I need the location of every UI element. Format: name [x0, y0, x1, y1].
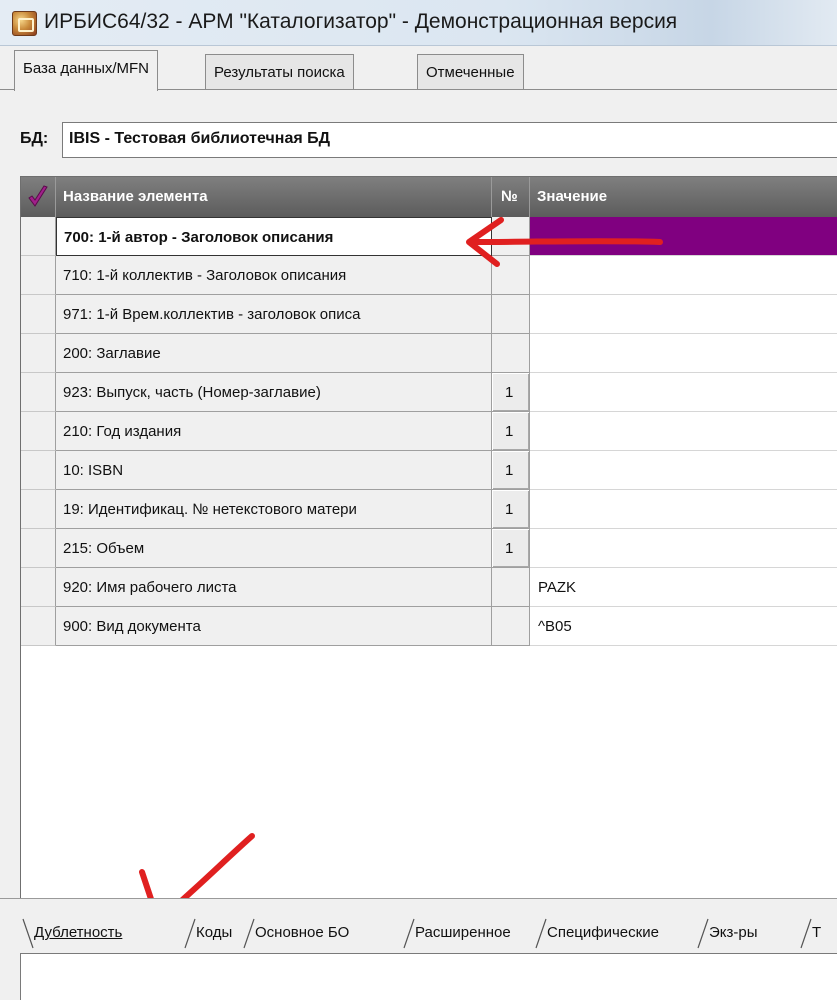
table-row[interactable]: 920: Имя рабочего листа PAZK	[21, 568, 837, 607]
field-name-cell[interactable]: 19: Идентификац. № нетекстового матери	[56, 490, 492, 529]
window-title: ИРБИС64/32 - АРМ "Каталогизатор" - Демон…	[44, 10, 678, 33]
top-tab-bar: База данных/MFN Результаты поиска Отмече…	[0, 46, 837, 91]
table-row[interactable]: 19: Идентификац. № нетекстового матери 1	[21, 490, 837, 529]
field-value-cell[interactable]	[530, 373, 837, 412]
repeat-number-cell	[492, 568, 530, 607]
table-row[interactable]: 210: Год издания 1	[21, 412, 837, 451]
tab-marked[interactable]: Отмеченные	[417, 54, 524, 90]
row-indicator	[21, 295, 56, 334]
row-indicator	[21, 607, 56, 646]
row-indicator	[21, 451, 56, 490]
tab-copies[interactable]: Экз-ры	[709, 917, 758, 950]
row-indicator	[21, 256, 56, 295]
row-indicator	[21, 490, 56, 529]
field-value-cell[interactable]	[530, 490, 837, 529]
field-name-cell[interactable]: 920: Имя рабочего листа	[56, 568, 492, 607]
grid-header: Название элемента № Значение	[21, 177, 837, 217]
field-name-cell[interactable]: 10: ISBN	[56, 451, 492, 490]
tab-search-results[interactable]: Результаты поиска	[205, 54, 354, 90]
bottom-tab-bar: Дублетность Коды Основное БО Расширенное…	[0, 898, 837, 953]
repeat-number-cell	[492, 295, 530, 334]
table-row[interactable]: 900: Вид документа ^B05	[21, 607, 837, 646]
tab-separator	[535, 918, 547, 949]
field-name-cell[interactable]: 200: Заглавие	[56, 334, 492, 373]
field-value-cell[interactable]: ^B05	[530, 607, 837, 646]
table-row[interactable]: 200: Заглавие	[21, 334, 837, 373]
field-name-cell[interactable]: 971: 1-й Врем.коллектив - заголовок опис…	[56, 295, 492, 334]
field-name-cell[interactable]: 210: Год издания	[56, 412, 492, 451]
field-value-cell[interactable]	[530, 529, 837, 568]
repeat-number-cell	[492, 607, 530, 646]
table-row[interactable]: 215: Объем 1	[21, 529, 837, 568]
repeat-number-cell[interactable]: 1	[492, 412, 530, 451]
field-value-cell[interactable]	[530, 451, 837, 490]
checkmark-icon	[28, 185, 48, 207]
repeat-number-cell[interactable]: 1	[492, 529, 530, 568]
field-value-cell[interactable]	[530, 334, 837, 373]
field-name-cell[interactable]: 215: Объем	[56, 529, 492, 568]
repeat-number-cell	[492, 256, 530, 295]
repeat-number-cell[interactable]: 1	[492, 373, 530, 412]
field-name-cell[interactable]: 923: Выпуск, часть (Номер-заглавие)	[56, 373, 492, 412]
row-indicator	[21, 412, 56, 451]
irbis-app-icon	[12, 11, 37, 36]
tab-separator	[697, 918, 709, 949]
tab-separator	[243, 918, 255, 949]
title-bar: ИРБИС64/32 - АРМ "Каталогизатор" - Демон…	[0, 0, 837, 46]
table-row[interactable]: 971: 1-й Врем.коллектив - заголовок опис…	[21, 295, 837, 334]
row-indicator	[21, 373, 56, 412]
field-value-cell[interactable]: PAZK	[530, 568, 837, 607]
field-value-cell[interactable]	[530, 412, 837, 451]
tab-separator	[184, 918, 196, 949]
tab-extended[interactable]: Расширенное	[415, 917, 511, 950]
database-row: БД: IBIS - Тестовая библиотечная БД	[0, 90, 837, 175]
table-row[interactable]: 700: 1-й автор - Заголовок описания	[21, 217, 837, 256]
row-indicator	[21, 568, 56, 607]
tab-separator	[800, 918, 812, 949]
field-name-cell[interactable]: 700: 1-й автор - Заголовок описания	[56, 217, 492, 256]
header-element-name: Название элемента	[56, 177, 492, 217]
tab-separator	[403, 918, 415, 949]
field-value-cell[interactable]	[530, 217, 837, 256]
field-value-cell[interactable]	[530, 295, 837, 334]
tab-basic-description[interactable]: Основное БО	[255, 917, 349, 950]
tab-database-mfn[interactable]: База данных/MFN	[14, 50, 159, 91]
row-indicator	[21, 334, 56, 373]
repeat-number-cell	[492, 334, 530, 373]
table-row[interactable]: 10: ISBN 1	[21, 451, 837, 490]
row-indicator	[21, 217, 56, 256]
record-fields-grid: Название элемента № Значение 700: 1-й ав…	[20, 176, 837, 898]
tab-codes[interactable]: Коды	[196, 917, 232, 950]
tab-specific[interactable]: Специфические	[547, 917, 659, 950]
header-number: №	[492, 177, 530, 217]
tab-separator	[22, 918, 34, 949]
tab-truncated[interactable]: Т	[812, 917, 821, 950]
repeat-number-cell[interactable]: 1	[492, 451, 530, 490]
field-name-cell[interactable]: 900: Вид документа	[56, 607, 492, 646]
bottom-content-pane	[20, 953, 837, 1000]
database-selector[interactable]: IBIS - Тестовая библиотечная БД	[62, 122, 837, 158]
table-row[interactable]: 923: Выпуск, часть (Номер-заглавие) 1	[21, 373, 837, 412]
tab-duplicates[interactable]: Дублетность	[34, 917, 122, 950]
row-indicator	[21, 529, 56, 568]
field-name-cell[interactable]: 710: 1-й коллектив - Заголовок описания	[56, 256, 492, 295]
header-value: Значение	[537, 188, 608, 205]
repeat-number-cell[interactable]: 1	[492, 490, 530, 529]
repeat-number-cell	[492, 217, 530, 256]
database-label: БД:	[20, 130, 49, 147]
table-row[interactable]: 710: 1-й коллектив - Заголовок описания	[21, 256, 837, 295]
field-value-cell[interactable]	[530, 256, 837, 295]
header-check-column[interactable]	[21, 177, 56, 217]
